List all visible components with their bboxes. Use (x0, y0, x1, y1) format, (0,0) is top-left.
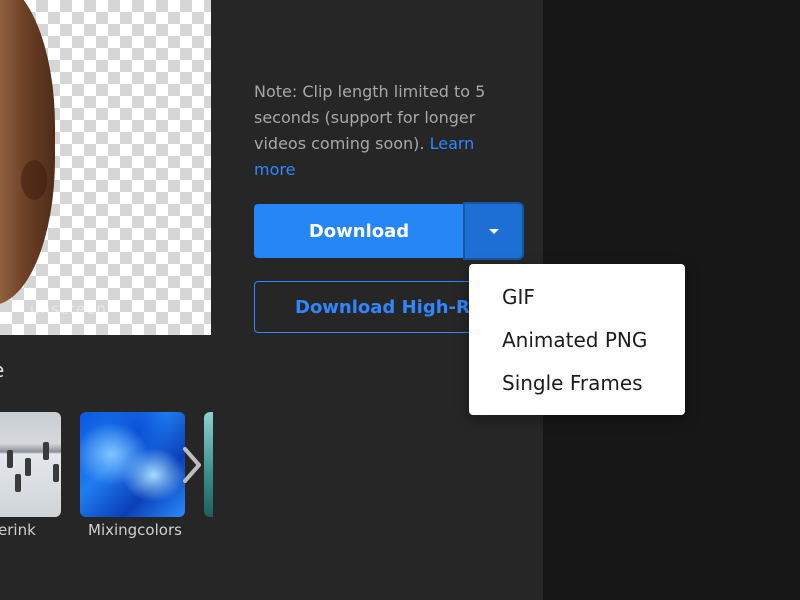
menu-item-single-frames[interactable]: Single Frames (502, 368, 643, 398)
download-format-toggle[interactable] (465, 204, 522, 258)
gallery-label-mixingcolors: Mixingcolors (88, 521, 182, 539)
page: unscreen Note: Clip length limited to 5 … (0, 0, 800, 600)
gallery-heading: e (0, 358, 4, 382)
gallery-label-icerink: erink (0, 521, 36, 539)
caret-down-icon (488, 228, 499, 234)
gallery-thumb-mixingcolors[interactable] (80, 412, 185, 517)
download-button[interactable]: Download (254, 204, 464, 258)
chevron-right-icon[interactable] (178, 443, 206, 487)
preview-subject (0, 0, 55, 305)
download-format-menu: GIF Animated PNG Single Frames (469, 264, 685, 415)
result-preview: unscreen (0, 0, 211, 335)
clip-length-note: Note: Clip length limited to 5 seconds (… (254, 79, 504, 183)
preview-watermark: unscreen (30, 300, 107, 318)
menu-item-animated-png[interactable]: Animated PNG (502, 325, 647, 355)
download-button-group: Download (254, 204, 522, 258)
menu-item-gif[interactable]: GIF (502, 282, 535, 312)
gallery-thumb-icerink[interactable] (0, 412, 61, 517)
